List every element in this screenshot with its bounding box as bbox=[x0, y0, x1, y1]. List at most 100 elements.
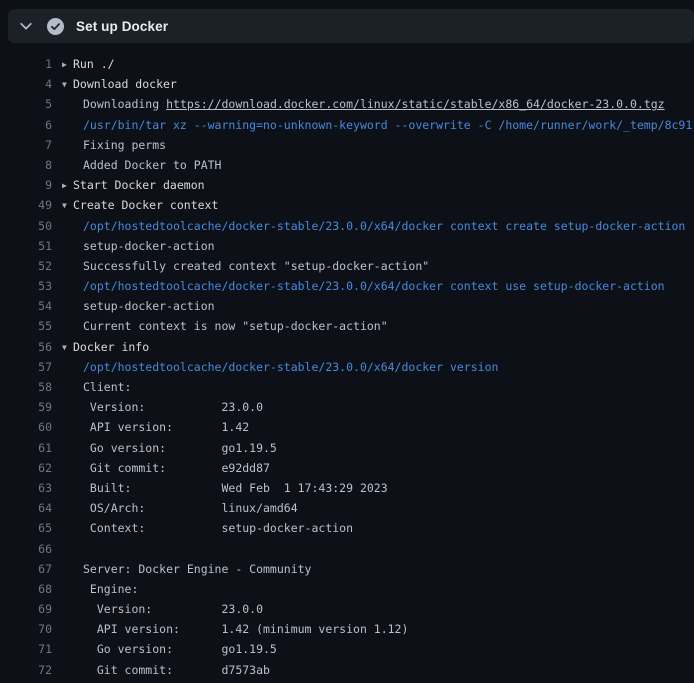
log-text: setup-docker-action bbox=[62, 296, 215, 316]
line-number[interactable]: 9 bbox=[0, 175, 52, 195]
line-number[interactable]: 63 bbox=[0, 478, 52, 498]
line-number[interactable]: 58 bbox=[0, 377, 52, 397]
log-command-text: /usr/bin/tar xz --warning=no-unknown-key… bbox=[62, 115, 692, 135]
log-line: 8 Added Docker to PATH bbox=[0, 155, 694, 175]
log-lines: 1▶Run ./4▼Download docker5Downloading ht… bbox=[0, 54, 694, 680]
log-line-body: ▼Create Docker context bbox=[62, 195, 218, 215]
log-text: Built: Wed Feb 1 17:43:29 2023 bbox=[62, 478, 388, 498]
triangle-down-icon: ▼ bbox=[62, 338, 73, 357]
log-line: 71 Go version: go1.19.5 bbox=[0, 639, 694, 659]
log-line: 6/usr/bin/tar xz --warning=no-unknown-ke… bbox=[0, 115, 694, 135]
log-text: API version: 1.42 (minimum version 1.12) bbox=[62, 619, 408, 639]
log-line: 65 Context: setup-docker-action bbox=[0, 518, 694, 538]
triangle-down-icon: ▼ bbox=[62, 75, 73, 94]
log-text: Successfully created context "setup-dock… bbox=[62, 256, 429, 276]
line-number[interactable]: 62 bbox=[0, 458, 52, 478]
line-number[interactable]: 68 bbox=[0, 579, 52, 599]
line-number[interactable]: 51 bbox=[0, 236, 52, 256]
line-number[interactable]: 59 bbox=[0, 397, 52, 417]
log-line-body: Downloading https://download.docker.com/… bbox=[62, 94, 665, 114]
log-text: Current context is now "setup-docker-act… bbox=[62, 316, 388, 336]
log-text: Go version: go1.19.5 bbox=[62, 438, 277, 458]
log-line: 53/opt/hostedtoolcache/docker-stable/23.… bbox=[0, 276, 694, 296]
log-line: 69 Version: 23.0.0 bbox=[0, 599, 694, 619]
log-line: 58 Client: bbox=[0, 377, 694, 397]
log-line: 72 Git commit: d7573ab bbox=[0, 660, 694, 680]
line-number[interactable]: 4 bbox=[0, 74, 52, 94]
log-link[interactable]: https://download.docker.com/linux/static… bbox=[166, 97, 665, 111]
log-text: Server: Docker Engine - Community bbox=[62, 559, 311, 579]
log-line: 55 Current context is now "setup-docker-a… bbox=[0, 316, 694, 336]
log-line-body: ▶Run ./ bbox=[62, 54, 115, 74]
log-line: 63 Built: Wed Feb 1 17:43:29 2023 bbox=[0, 478, 694, 498]
line-number[interactable]: 64 bbox=[0, 498, 52, 518]
log-line: 51 setup-docker-action bbox=[0, 236, 694, 256]
log-line: 60 API version: 1.42 bbox=[0, 417, 694, 437]
log-group-row[interactable]: 1 ▶Run ./ bbox=[0, 54, 694, 74]
log-text: setup-docker-action bbox=[62, 236, 215, 256]
log-text: Context: setup-docker-action bbox=[62, 518, 353, 538]
log-line-body: ▼Docker info bbox=[62, 337, 149, 357]
line-number[interactable]: 50 bbox=[0, 216, 52, 236]
log-command-text: /opt/hostedtoolcache/docker-stable/23.0.… bbox=[62, 276, 665, 296]
line-number[interactable]: 72 bbox=[0, 660, 52, 680]
triangle-right-icon: ▶ bbox=[62, 55, 73, 74]
group-title: Run ./ bbox=[73, 57, 115, 71]
log-text: Fixing perms bbox=[62, 135, 166, 155]
chevron-down-icon[interactable] bbox=[18, 18, 34, 34]
line-number[interactable]: 66 bbox=[0, 539, 52, 559]
log-line-body: ▶Start Docker daemon bbox=[62, 175, 205, 195]
check-circle-icon bbox=[47, 18, 64, 35]
line-number[interactable]: 70 bbox=[0, 619, 52, 639]
log-command-text: /opt/hostedtoolcache/docker-stable/23.0.… bbox=[62, 216, 685, 236]
line-number[interactable]: 61 bbox=[0, 438, 52, 458]
step-title: Set up Docker bbox=[76, 19, 168, 34]
triangle-down-icon: ▼ bbox=[62, 196, 73, 215]
line-number[interactable]: 49 bbox=[0, 195, 52, 215]
line-number[interactable]: 55 bbox=[0, 316, 52, 336]
line-number[interactable]: 57 bbox=[0, 357, 52, 377]
log-line: 70 API version: 1.42 (minimum version 1.… bbox=[0, 619, 694, 639]
group-title: Docker info bbox=[73, 340, 149, 354]
line-number[interactable]: 53 bbox=[0, 276, 52, 296]
log-line: 64 OS/Arch: linux/amd64 bbox=[0, 498, 694, 518]
log-line: 54 setup-docker-action bbox=[0, 296, 694, 316]
line-number[interactable]: 5 bbox=[0, 94, 52, 114]
log-text: Added Docker to PATH bbox=[62, 155, 221, 175]
line-number[interactable]: 60 bbox=[0, 417, 52, 437]
group-title: Download docker bbox=[73, 77, 177, 91]
log-text: API version: 1.42 bbox=[62, 417, 249, 437]
line-number[interactable]: 54 bbox=[0, 296, 52, 316]
log-text: Git commit: e92dd87 bbox=[62, 458, 270, 478]
log-group-row[interactable]: 56 ▼Docker info bbox=[0, 337, 694, 357]
line-number[interactable]: 67 bbox=[0, 559, 52, 579]
log-line: 66 bbox=[0, 539, 694, 559]
log-line: 59 Version: 23.0.0 bbox=[0, 397, 694, 417]
line-number[interactable]: 52 bbox=[0, 256, 52, 276]
log-text: Client: bbox=[62, 377, 131, 397]
line-number[interactable]: 1 bbox=[0, 54, 52, 74]
line-number[interactable]: 7 bbox=[0, 135, 52, 155]
log-group-row[interactable]: 9 ▶Start Docker daemon bbox=[0, 175, 694, 195]
line-number[interactable]: 56 bbox=[0, 337, 52, 357]
group-title: Start Docker daemon bbox=[73, 178, 205, 192]
log-text: Version: 23.0.0 bbox=[62, 397, 263, 417]
log-group-row[interactable]: 4 ▼Download docker bbox=[0, 74, 694, 94]
group-title: Create Docker context bbox=[73, 198, 218, 212]
log-line: 57/opt/hostedtoolcache/docker-stable/23.… bbox=[0, 357, 694, 377]
line-number[interactable]: 8 bbox=[0, 155, 52, 175]
log-line: 62 Git commit: e92dd87 bbox=[0, 458, 694, 478]
triangle-right-icon: ▶ bbox=[62, 176, 73, 195]
line-number[interactable]: 6 bbox=[0, 115, 52, 135]
log-line: 61 Go version: go1.19.5 bbox=[0, 438, 694, 458]
log-text: Git commit: d7573ab bbox=[62, 660, 270, 680]
log-text: Go version: go1.19.5 bbox=[62, 639, 277, 659]
log-line: 67 Server: Docker Engine - Community bbox=[0, 559, 694, 579]
step-header[interactable]: Set up Docker bbox=[8, 9, 694, 43]
log-line: 5 Downloading https://download.docker.com… bbox=[0, 94, 694, 114]
log-text: Version: 23.0.0 bbox=[62, 599, 263, 619]
log-group-row[interactable]: 49 ▼Create Docker context bbox=[0, 195, 694, 215]
line-number[interactable]: 69 bbox=[0, 599, 52, 619]
line-number[interactable]: 71 bbox=[0, 639, 52, 659]
line-number[interactable]: 65 bbox=[0, 518, 52, 538]
